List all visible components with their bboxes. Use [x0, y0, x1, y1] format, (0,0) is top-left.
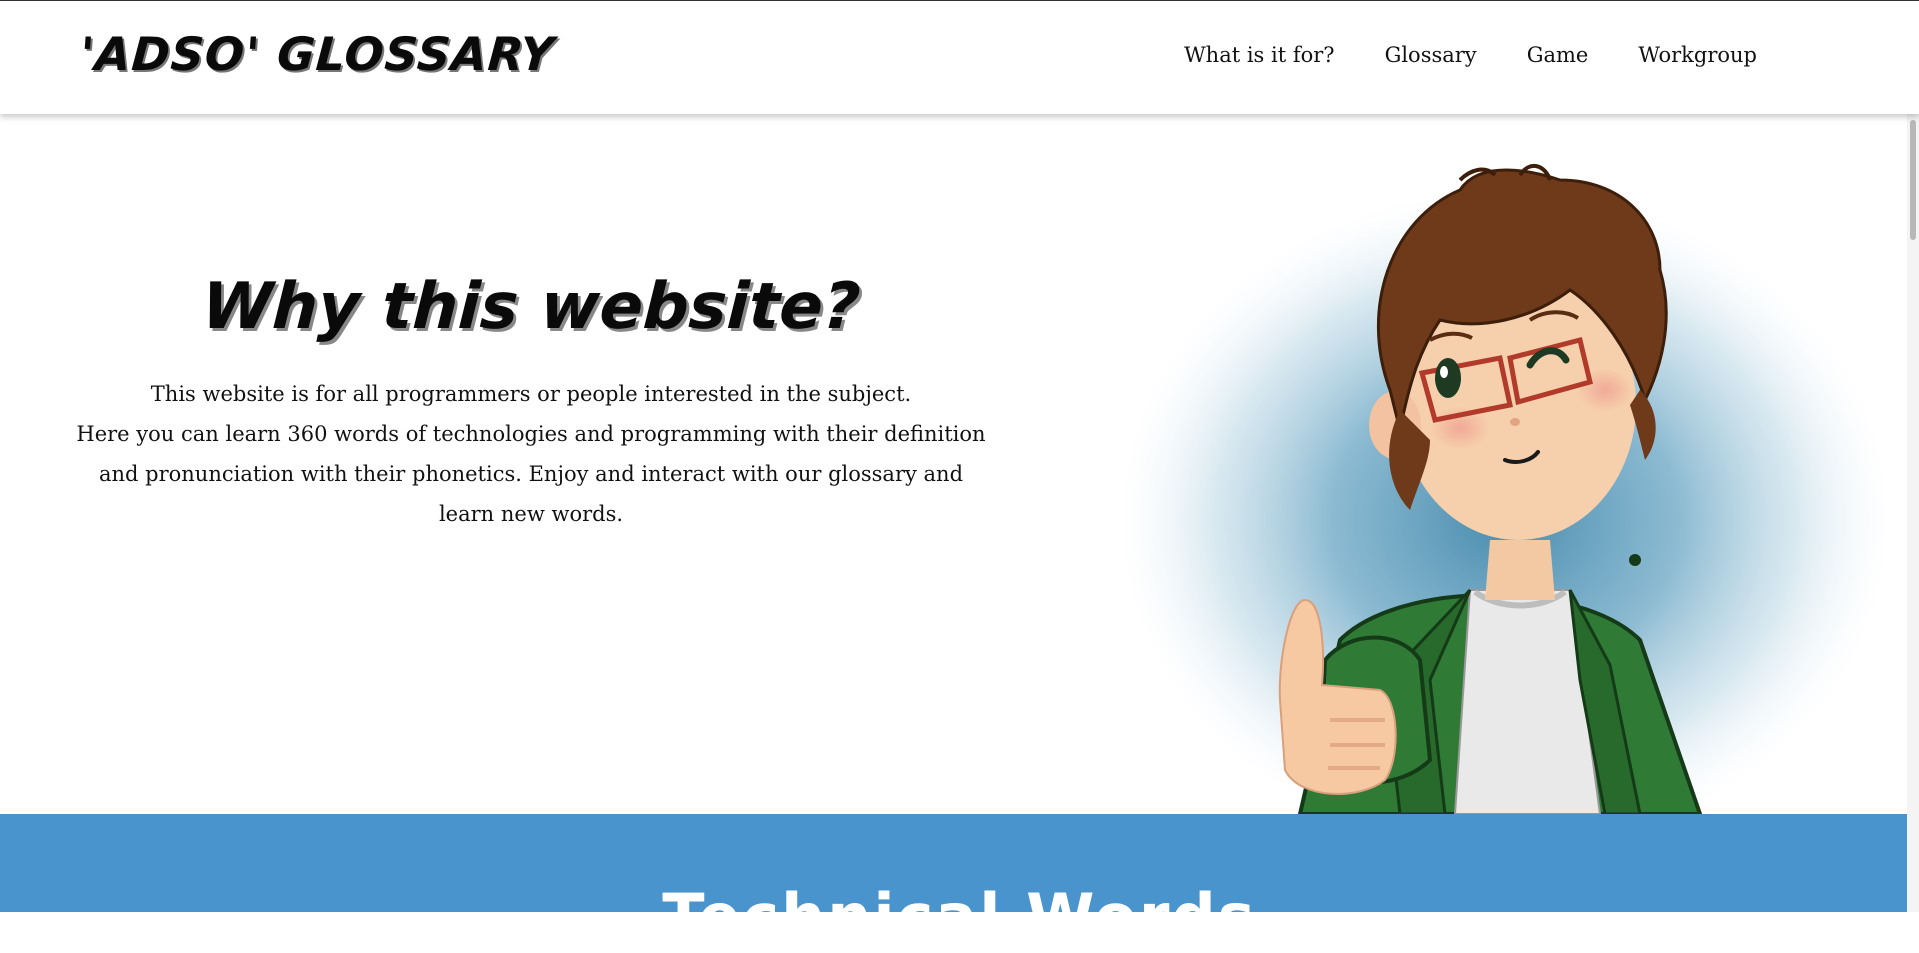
main-nav: What is it for? Glossary Game Workgroup [1184, 43, 1757, 67]
site-logo[interactable]: 'ADSO' GLOSSARY [78, 27, 556, 81]
hero-description: This website is for all programmers or p… [62, 374, 1000, 534]
nav-link-what-is-it-for[interactable]: What is it for? [1184, 43, 1334, 67]
hero-line-4: learn new words. [438, 502, 624, 526]
hero-line-3: and pronunciation with their phonetics. … [98, 462, 964, 486]
section-title: Technical Words [662, 880, 1257, 953]
technical-words-section: Technical Words [0, 814, 1919, 953]
hero-title: Why this website? [199, 270, 863, 344]
nav-link-game[interactable]: Game [1527, 43, 1589, 67]
hero-line-1: This website is for all programmers or p… [150, 382, 912, 406]
scrollbar-thumb[interactable] [1910, 120, 1916, 240]
top-navbar: 'ADSO' GLOSSARY What is it for? Glossary… [0, 1, 1919, 114]
hero-line-2: Here you can learn 360 words of technolo… [76, 422, 986, 446]
cartoon-boy-thumbs-up-image [1120, 164, 1890, 814]
nav-link-workgroup[interactable]: Workgroup [1638, 43, 1757, 67]
hero-text-block: Why this website? This website is for al… [62, 270, 1000, 534]
nav-link-glossary[interactable]: Glossary [1385, 43, 1477, 67]
hero-illustration [1100, 160, 1890, 814]
